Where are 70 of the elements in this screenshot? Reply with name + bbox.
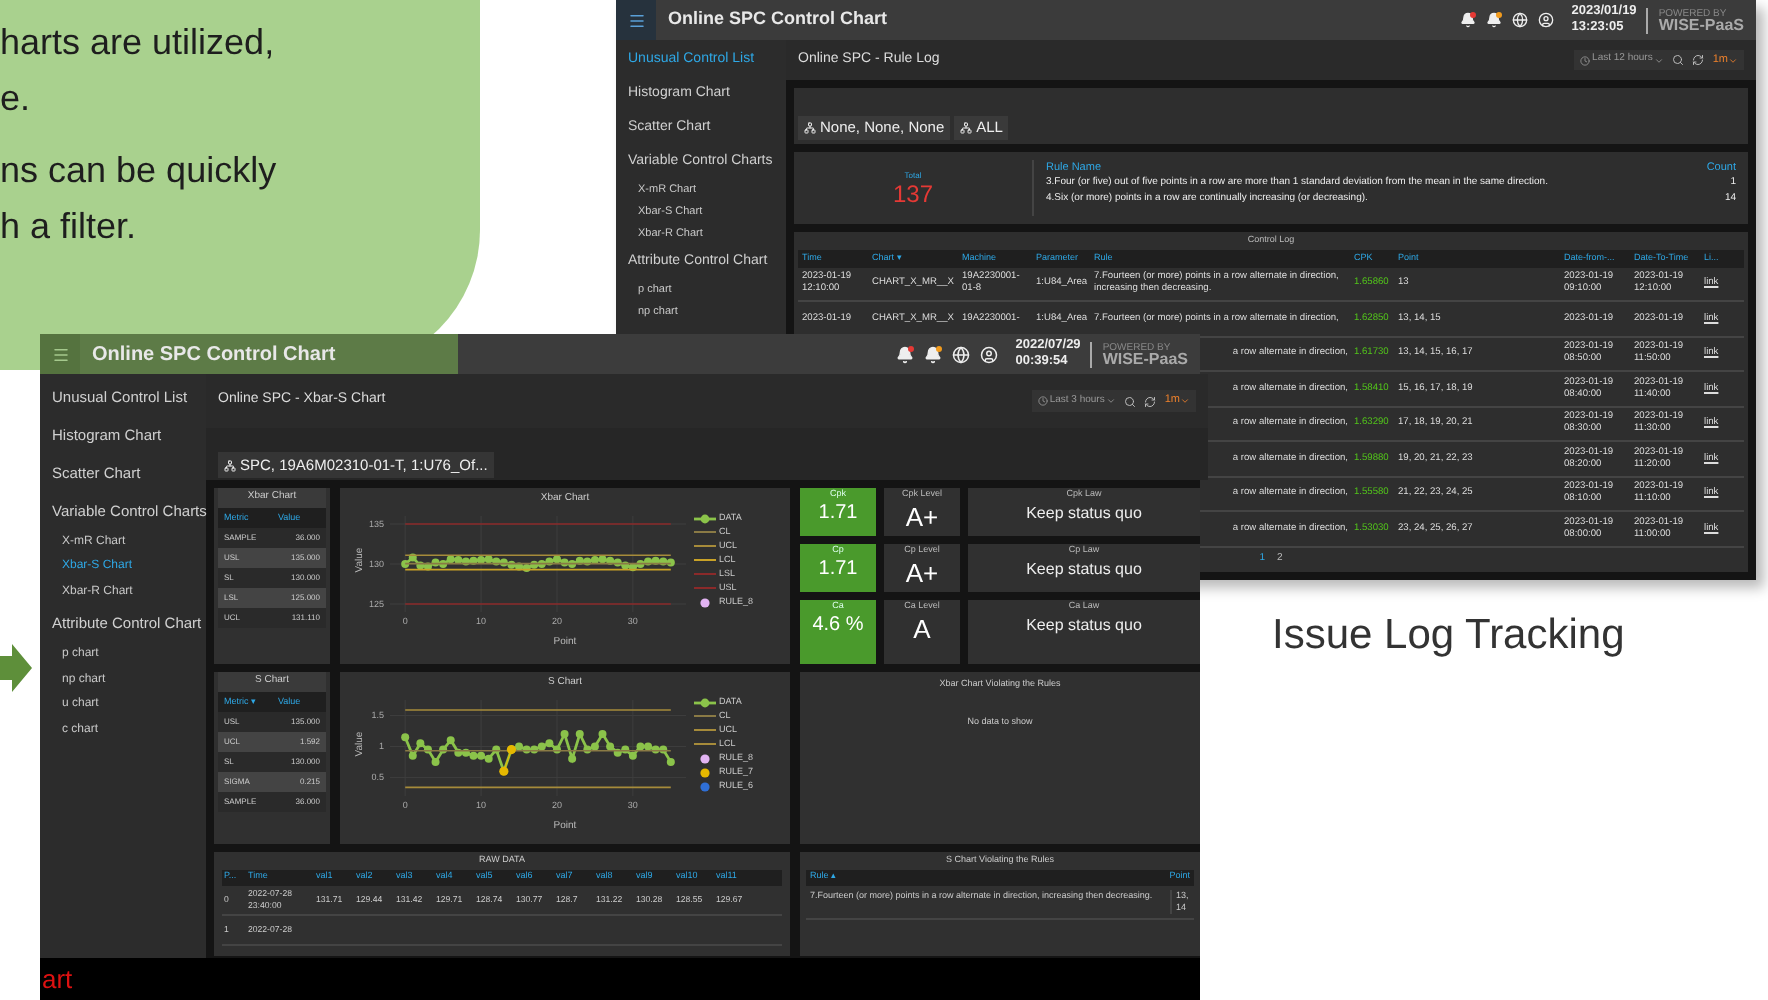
law-text: Keep status quo — [1026, 613, 1142, 636]
point — [605, 741, 614, 750]
point — [544, 738, 553, 747]
legend-line-marker-icon — [693, 697, 715, 707]
globe-icon[interactable] — [951, 345, 970, 363]
refresh-icon[interactable] — [1144, 395, 1157, 407]
alert-bell-icon[interactable] — [923, 345, 942, 363]
point — [415, 738, 424, 747]
legend-line-icon — [693, 530, 715, 534]
point — [468, 750, 477, 759]
point — [400, 732, 409, 741]
point — [476, 750, 485, 759]
legend-line-icon — [693, 728, 715, 732]
callout-text: ns can be quickly — [0, 148, 279, 192]
law-text: Keep status quo — [1026, 501, 1142, 524]
brand-logo-text: WISE-PaaS — [1658, 20, 1744, 32]
legend-line-icon — [693, 544, 715, 548]
legend-line-icon — [693, 714, 715, 718]
legend-line-icon — [693, 558, 715, 562]
callout-text: e. — [0, 76, 33, 120]
caret-icon — [1728, 55, 1738, 65]
slide-text-fragment: art — [42, 961, 73, 998]
app-title: Online SPC Control Chart — [668, 6, 888, 33]
total-count: 137 — [892, 181, 934, 207]
notification-bell-icon[interactable] — [895, 345, 914, 363]
hierarchy-icon — [804, 122, 816, 134]
callout-text: harts are utilized, — [0, 20, 277, 64]
point — [635, 741, 644, 750]
refresh-icon[interactable] — [1692, 54, 1705, 66]
point — [514, 741, 523, 750]
point — [597, 729, 606, 738]
card-value: 4.6 % — [812, 613, 864, 638]
point — [643, 741, 652, 750]
user-icon[interactable] — [979, 345, 998, 363]
clock-icon — [1580, 55, 1591, 65]
clock-icon — [1037, 396, 1048, 406]
hierarchy-icon — [224, 459, 236, 471]
search-icon[interactable] — [1672, 54, 1685, 66]
point — [559, 729, 568, 738]
grade-value: A+ — [905, 557, 939, 588]
notification-bell-icon[interactable] — [1459, 12, 1476, 28]
legend-line-icon — [693, 586, 715, 590]
legend-line-marker-icon — [693, 513, 715, 523]
point — [574, 729, 583, 738]
user-icon[interactable] — [1537, 12, 1554, 28]
brand-logo-text: WISE-PaaS — [1102, 354, 1188, 366]
point — [407, 750, 416, 759]
grade-value: A+ — [905, 501, 939, 532]
legend-line-icon — [693, 572, 715, 576]
caret-icon — [1106, 396, 1117, 406]
caret-icon — [1654, 55, 1665, 65]
legend-line-icon — [693, 742, 715, 746]
alert-bell-icon[interactable] — [1485, 12, 1502, 28]
menu-icon[interactable] — [616, 0, 656, 40]
point — [627, 750, 636, 759]
app-title: Online SPC Control Chart — [92, 341, 336, 369]
caption-text: Issue Log Tracking — [1272, 610, 1625, 662]
hierarchy-icon — [960, 122, 973, 134]
law-text: Keep status quo — [1026, 557, 1142, 580]
point — [536, 741, 545, 750]
caret-icon — [1180, 396, 1190, 406]
search-icon[interactable] — [1124, 395, 1137, 407]
grade-value: A — [913, 613, 931, 644]
point — [445, 735, 454, 744]
point — [483, 753, 492, 762]
card-value: 1.71 — [818, 501, 858, 526]
globe-icon[interactable] — [1511, 12, 1528, 28]
card-value: 1.71 — [818, 557, 858, 582]
arrow-icon — [0, 644, 32, 692]
callout-text: h a filter. — [0, 204, 139, 248]
